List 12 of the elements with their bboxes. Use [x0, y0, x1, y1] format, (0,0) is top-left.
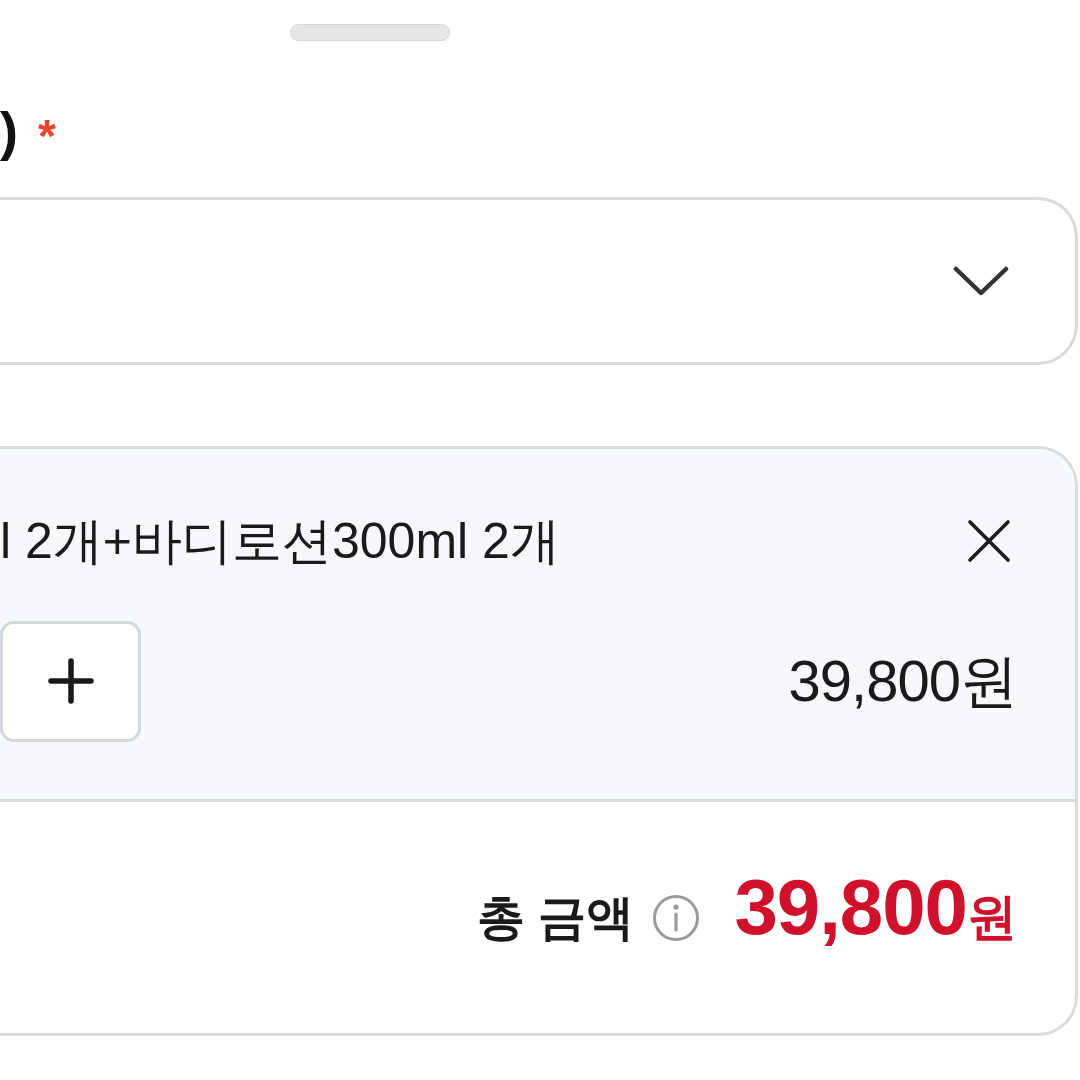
total-label: 총 금액	[477, 889, 635, 946]
option-dropdown[interactable]	[0, 197, 1078, 365]
option-name: l 2개+바디로션300ml 2개	[0, 512, 560, 571]
option-price: 39,800원	[788, 648, 1017, 714]
field-label: )	[0, 103, 18, 159]
drag-handle[interactable]	[290, 24, 450, 41]
increase-quantity-button[interactable]	[0, 620, 141, 742]
info-icon[interactable]	[652, 893, 701, 942]
plus-icon	[47, 658, 94, 704]
close-icon[interactable]	[967, 519, 1011, 563]
required-mark: *	[38, 109, 56, 156]
total-price: 39,800원	[734, 864, 1017, 953]
